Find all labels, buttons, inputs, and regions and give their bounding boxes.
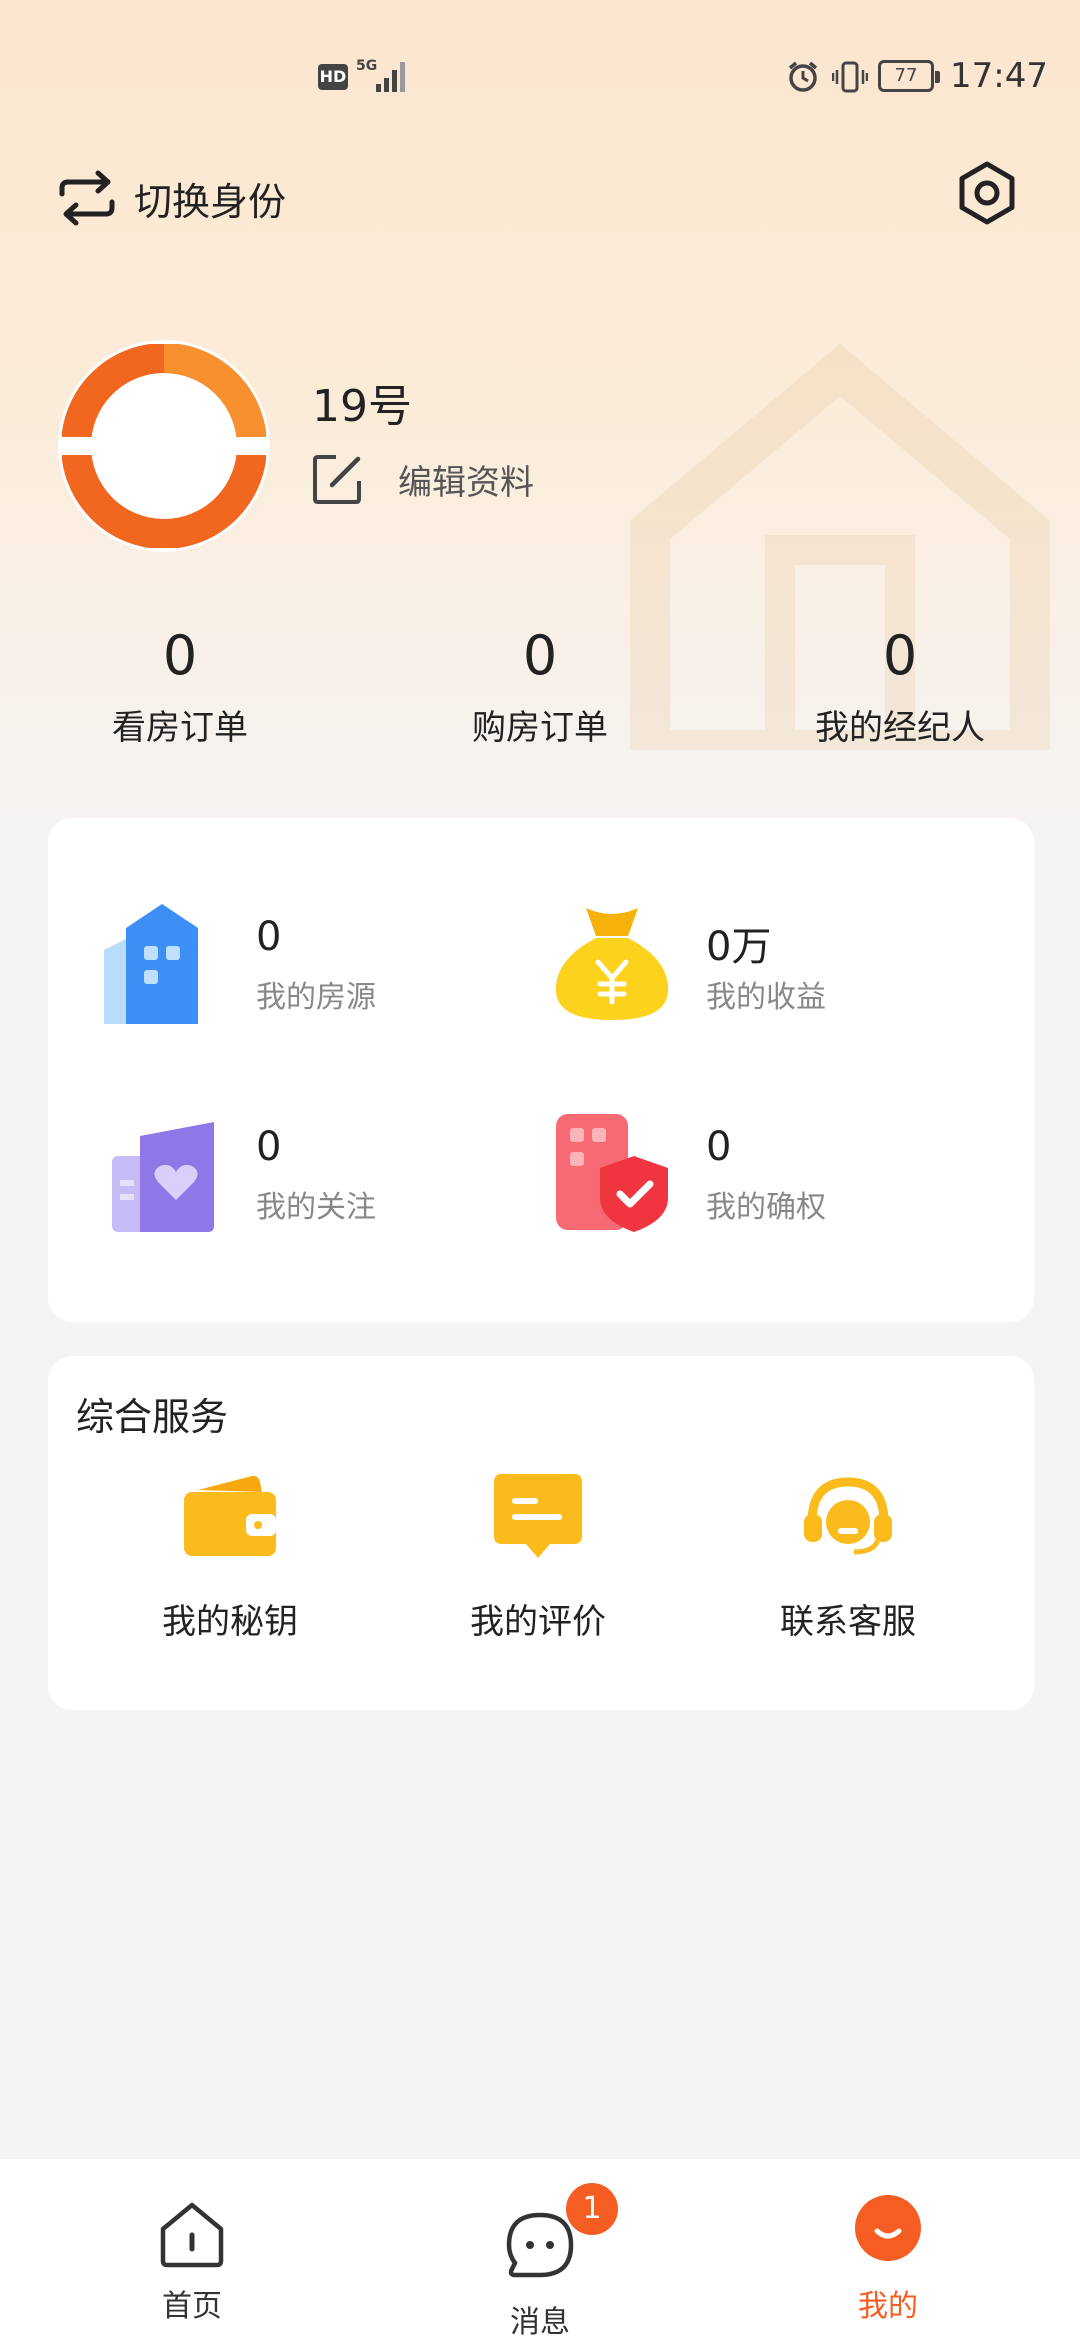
service-label: 联系客服 (780, 1602, 916, 1642)
tab-label: 消息 (510, 2305, 570, 2340)
stat-label: 看房订单 (112, 708, 248, 748)
services-card: 综合服务 我的秘钥 我的评价 联系客服 (48, 1356, 1034, 1710)
tab-label: 首页 (162, 2289, 222, 2324)
unread-badge: 1 (566, 2183, 618, 2235)
edit-icon (313, 455, 361, 504)
service-my-reviews[interactable]: 我的评价 (388, 1466, 688, 1666)
service-contact-support[interactable]: 联系客服 (698, 1466, 998, 1666)
profile-icon (855, 2195, 921, 2261)
vibrate-icon (832, 61, 868, 93)
stat-label: 我的经纪人 (815, 708, 985, 748)
shield-check-icon (556, 1114, 668, 1232)
money-bag-icon (555, 908, 669, 1020)
asset-value: 0万 (706, 924, 772, 970)
asset-value: 0 (256, 1124, 282, 1170)
edit-profile-button[interactable]: 编辑资料 (312, 452, 534, 506)
asset-label: 我的房源 (256, 980, 376, 1015)
headset-icon (804, 1477, 892, 1555)
stat-viewing-orders[interactable]: 0 看房订单 (0, 620, 360, 760)
asset-my-rights[interactable]: 0 我的确权 (498, 1084, 938, 1244)
service-label: 我的秘钥 (162, 1602, 298, 1642)
settings-icon[interactable] (954, 160, 1020, 226)
network-type: 5G (356, 58, 378, 74)
asset-value: 0 (256, 914, 282, 960)
alarm-icon (788, 61, 818, 92)
stat-value: 0 (882, 624, 918, 687)
switch-icon (59, 170, 115, 226)
stat-value: 0 (162, 624, 198, 687)
asset-label: 我的收益 (706, 980, 826, 1015)
clock: 17:47 (950, 56, 1048, 96)
home-icon (160, 2202, 224, 2268)
avatar[interactable] (58, 340, 270, 552)
heart-building-icon (112, 1122, 214, 1232)
signal-icon (376, 62, 405, 92)
asset-my-listings[interactable]: 0 我的房源 (48, 874, 488, 1034)
service-label: 我的评价 (470, 1602, 606, 1642)
asset-my-follows[interactable]: 0 我的关注 (48, 1084, 488, 1244)
status-bar: HD 5G 77 17:47 (0, 0, 1080, 160)
avatar-logo (62, 344, 266, 548)
stats-row: 0 看房订单 0 购房订单 0 我的经纪人 (0, 620, 1080, 760)
switch-identity-button[interactable]: 切换身份 (56, 166, 286, 230)
battery-indicator: 77 (878, 60, 940, 92)
tab-profile[interactable]: 我的 (788, 2159, 988, 2341)
service-my-keys[interactable]: 我的秘钥 (80, 1466, 380, 1666)
building-icon (104, 904, 198, 1024)
username: 19号 (312, 381, 412, 432)
stat-value: 0 (522, 624, 558, 687)
tab-home[interactable]: 首页 (92, 2159, 292, 2341)
hd-indicator: HD (318, 64, 348, 90)
bottom-nav: 首页 消息 1 我的 (0, 2158, 1080, 2341)
stat-purchase-orders[interactable]: 0 购房订单 (360, 620, 720, 760)
asset-card: 0 我的房源 0万 我的收益 0 我的关注 0 我的确权 (48, 818, 1034, 1322)
tab-label: 我的 (858, 2289, 918, 2324)
wallet-icon (184, 1475, 276, 1556)
stat-my-agents[interactable]: 0 我的经纪人 (720, 620, 1080, 760)
asset-label: 我的关注 (256, 1190, 376, 1225)
asset-my-earnings[interactable]: 0万 我的收益 (498, 874, 938, 1034)
asset-value: 0 (706, 1124, 732, 1170)
asset-label: 我的确权 (706, 1190, 826, 1225)
comment-icon (494, 1474, 582, 1558)
tab-messages[interactable]: 消息 1 (440, 2159, 640, 2341)
edit-profile-label: 编辑资料 (398, 462, 534, 503)
services-title: 综合服务 (76, 1395, 229, 1439)
switch-identity-label: 切换身份 (134, 179, 287, 224)
message-icon (506, 2212, 574, 2278)
stat-label: 购房订单 (472, 708, 608, 748)
